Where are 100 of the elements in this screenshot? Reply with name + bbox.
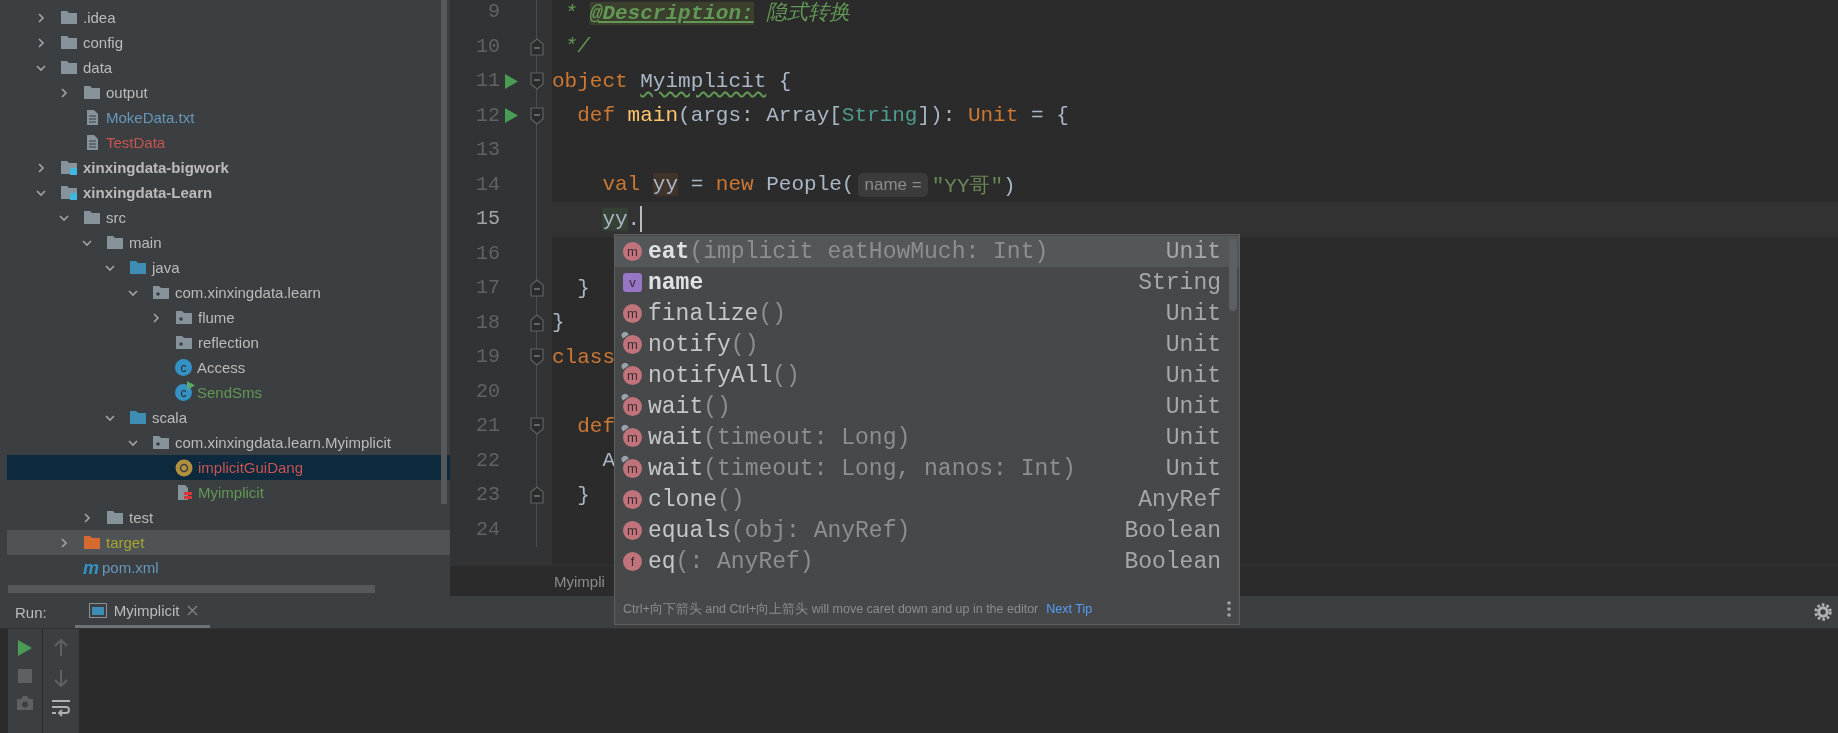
text-caret (640, 206, 643, 233)
chevron-right-icon[interactable] (36, 12, 46, 23)
completion-item[interactable]: m notify() Unit (615, 329, 1239, 360)
fold-marker-icon[interactable] (530, 279, 544, 298)
run-tab[interactable]: Myimplicit (74, 596, 210, 628)
tree-item[interactable]: scala (7, 405, 450, 430)
completion-item[interactable]: m eat(implicit eatHowMuch: Int) Unit (615, 236, 1239, 267)
code-text: val yy = new People( (602, 173, 855, 197)
tree-item[interactable]: flume (7, 305, 450, 330)
scrollbar[interactable] (8, 585, 375, 593)
fold-marker-icon[interactable] (530, 486, 544, 505)
code-text: def main(args: Array[String]): Unit = { (577, 104, 1069, 128)
tree-item[interactable]: xinxingdata-bigwork (7, 155, 450, 180)
completion-item[interactable]: m wait() Unit (615, 391, 1239, 422)
scrollbar[interactable] (1229, 239, 1237, 311)
scrollbar[interactable] (441, 0, 447, 504)
chevron-down-icon[interactable] (128, 287, 138, 298)
tree-item[interactable]: target (7, 530, 450, 555)
fold-marker-icon[interactable] (530, 37, 544, 56)
scala-file-icon (175, 484, 193, 501)
chevron-right-icon[interactable] (36, 162, 46, 173)
fold-marker-icon[interactable] (530, 106, 544, 125)
method-icon: m (623, 521, 642, 540)
run-icon[interactable] (17, 639, 33, 657)
object-icon (175, 458, 193, 477)
tree-item[interactable]: com.xinxingdata.learn (7, 280, 450, 305)
completion-item[interactable]: m clone() AnyRef (615, 484, 1239, 515)
value-icon: v (623, 273, 642, 292)
more-icon[interactable] (1227, 601, 1231, 617)
completion-item[interactable]: m finalize() Unit (615, 298, 1239, 329)
completion-item[interactable]: v name String (615, 267, 1239, 298)
tree-item[interactable]: data (7, 55, 450, 80)
fold-marker-icon[interactable] (530, 417, 544, 436)
completion-item[interactable]: m wait(timeout: Long) Unit (615, 422, 1239, 453)
folder-icon (83, 535, 101, 550)
fold-marker-icon[interactable] (530, 72, 544, 91)
tree-item[interactable]: config (7, 30, 450, 55)
chevron-down-icon[interactable] (105, 412, 115, 423)
run-icon[interactable] (504, 108, 518, 124)
function-icon: f (623, 552, 642, 571)
parameter-hint: name = (858, 172, 928, 197)
completion-item[interactable]: f eq(: AnyRef) Boolean (615, 546, 1239, 577)
code-text: } (552, 311, 565, 335)
completion-item[interactable]: m wait(timeout: Long, nanos: Int) Unit (615, 453, 1239, 484)
folder-icon (129, 410, 147, 425)
chevron-down-icon[interactable] (59, 212, 69, 223)
chevron-down-icon[interactable] (36, 62, 46, 73)
code-text: */ (564, 35, 590, 59)
next-tip-link[interactable]: Next Tip (1046, 602, 1093, 616)
close-icon[interactable] (186, 605, 198, 616)
package-icon (175, 335, 193, 350)
tree-item[interactable]: test (7, 505, 450, 530)
chevron-right-icon[interactable] (36, 37, 46, 48)
run-icon[interactable] (504, 73, 518, 89)
folder-icon (60, 60, 78, 75)
chevron-down-icon[interactable] (128, 437, 138, 448)
chevron-right-icon[interactable] (82, 512, 92, 523)
tree-item[interactable]: output (7, 80, 450, 105)
chevron-right-icon[interactable] (151, 312, 161, 323)
line-number: 15 (475, 206, 500, 232)
tree-item[interactable]: MokeData.txt (7, 105, 450, 130)
method-icon: m (623, 242, 642, 261)
method-icon: m (623, 304, 642, 323)
tree-item[interactable]: java (7, 255, 450, 280)
tree-item[interactable]: reflection (7, 330, 450, 355)
tree-item[interactable]: com.xinxingdata.learn.Myimplicit (7, 430, 450, 455)
module-icon (60, 160, 78, 175)
tree-item[interactable]: Myimplicit (7, 480, 450, 505)
chevron-right-icon[interactable] (59, 87, 69, 98)
breadcrumb[interactable]: Myimpli (554, 572, 605, 590)
chevron-down-icon[interactable] (105, 262, 115, 273)
tree-item[interactable]: .idea (7, 5, 450, 30)
tree-item[interactable]: c Access (7, 355, 450, 380)
package-icon (152, 435, 170, 450)
code-text: object Myimplicit { (552, 69, 792, 93)
class-icon: c (175, 359, 192, 376)
tree-item[interactable]: src (7, 205, 450, 230)
fold-marker-icon[interactable] (530, 348, 544, 367)
settings-icon[interactable] (1814, 603, 1832, 621)
tree-item[interactable]: implicitGuiDang (7, 455, 450, 480)
fold-marker-icon[interactable] (530, 313, 544, 332)
chevron-down-icon[interactable] (82, 237, 92, 248)
tree-item[interactable]: c SendSms (7, 380, 450, 405)
code-text: "YY哥") (931, 173, 1016, 199)
chevron-right-icon[interactable] (59, 537, 69, 548)
code-text: } (577, 276, 590, 300)
panel-title: Run: (15, 603, 47, 621)
chevron-down-icon[interactable] (36, 187, 46, 198)
folder-icon (106, 235, 124, 250)
tree-item[interactable]: main (7, 230, 450, 255)
tree-item[interactable]: m pom.xml (7, 555, 450, 580)
completion-item[interactable]: m equals(obj: AnyRef) Boolean (615, 515, 1239, 546)
folder-icon (129, 260, 147, 275)
tree-item[interactable]: xinxingdata-Learn (7, 180, 450, 205)
folder-icon (83, 85, 101, 100)
hint-text: Ctrl+向下箭头 and Ctrl+向上箭头 will move caret down and up in the editor (623, 600, 1039, 618)
package-icon (152, 285, 170, 300)
completion-item[interactable]: m notifyAll() Unit (615, 360, 1239, 391)
folder-icon (60, 10, 78, 25)
soft-wrap-icon[interactable] (51, 699, 71, 717)
